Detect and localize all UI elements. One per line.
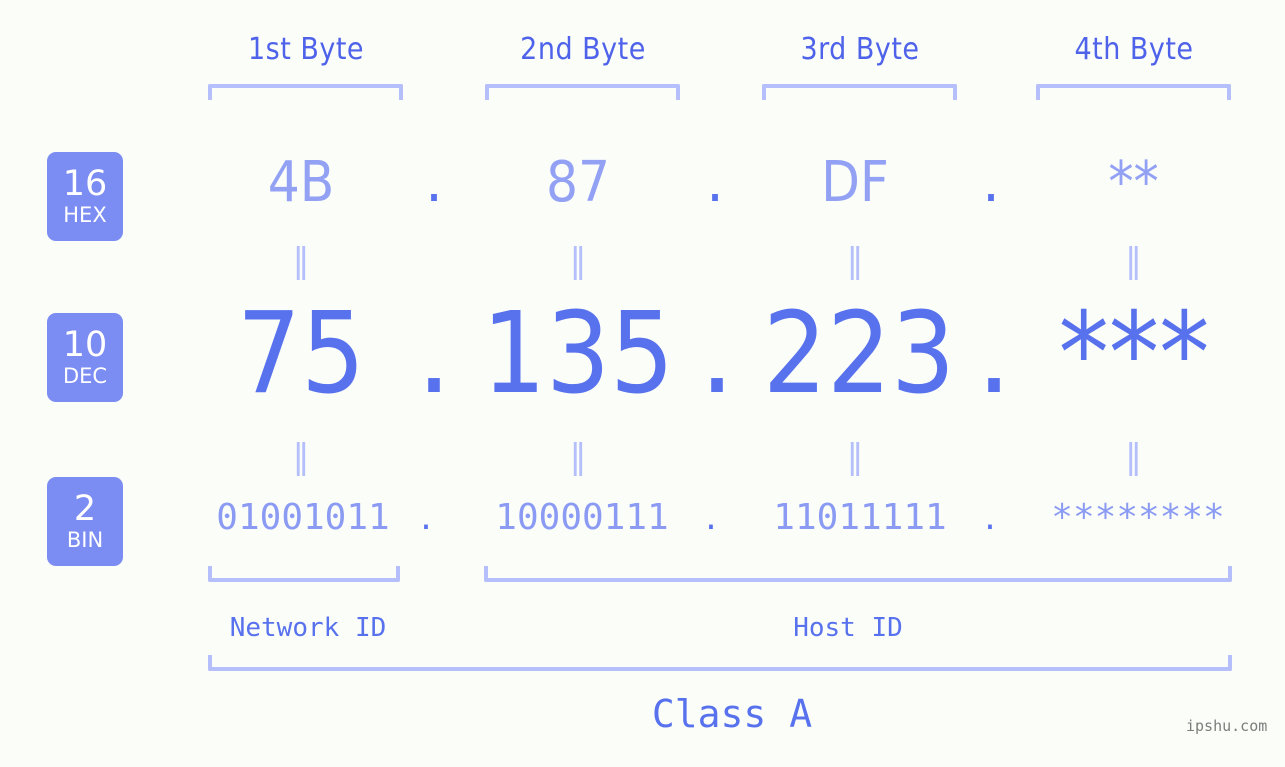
byte-header-2: 2nd Byte xyxy=(520,32,646,67)
base-badge-dec-number: 10 xyxy=(62,325,108,365)
hex-byte-2: 87 xyxy=(545,150,611,215)
hex-dot-3: . xyxy=(982,150,1000,215)
hex-dot-1: . xyxy=(425,150,443,215)
dec-byte-2: 135 xyxy=(481,289,675,419)
byte-bracket-top-3 xyxy=(762,84,957,100)
byte-header-4: 4th Byte xyxy=(1074,32,1194,67)
equals-separator-dec-bin-3: ‖ xyxy=(846,437,864,477)
equals-separator-dec-bin-4: ‖ xyxy=(1125,437,1142,477)
equals-separator-hex-dec-2: ‖ xyxy=(569,241,587,281)
bin-byte-1: 01001011 xyxy=(216,497,390,538)
hex-byte-3: DF xyxy=(821,150,889,215)
ip-address-breakdown-diagram: 1st Byte 2nd Byte 3rd Byte 4th Byte 16 H… xyxy=(0,0,1285,767)
base-badge-bin-name: BIN xyxy=(66,528,104,552)
dec-byte-3: 223 xyxy=(762,289,956,419)
equals-separator-dec-bin-2: ‖ xyxy=(569,437,587,477)
dec-byte-1: 75 xyxy=(236,289,366,419)
byte-bracket-top-2 xyxy=(485,84,680,100)
base-badge-bin-number: 2 xyxy=(73,489,97,529)
bin-dot-1: . xyxy=(420,497,432,538)
equals-separator-dec-bin-1: ‖ xyxy=(292,437,310,477)
base-badge-dec: 10 DEC xyxy=(47,313,123,402)
dec-byte-4: *** xyxy=(1058,289,1210,419)
equals-separator-hex-dec-3: ‖ xyxy=(846,241,864,281)
base-badge-hex-name: HEX xyxy=(63,203,107,227)
site-watermark: ipshu.com xyxy=(1186,717,1268,735)
network-id-label: Network ID xyxy=(229,613,387,643)
equals-separator-hex-dec-4: ‖ xyxy=(1125,241,1142,281)
bin-dot-2: . xyxy=(705,497,717,538)
base-badge-bin: 2 BIN xyxy=(47,477,123,566)
hex-byte-4: ** xyxy=(1108,150,1159,215)
dec-dot-1: . xyxy=(416,289,452,419)
byte-header-3: 3rd Byte xyxy=(800,32,920,67)
base-badge-hex-number: 16 xyxy=(62,164,108,204)
byte-bracket-top-4 xyxy=(1036,84,1231,100)
byte-header-1: 1st Byte xyxy=(247,32,365,67)
base-badge-dec-name: DEC xyxy=(62,364,108,388)
network-id-bracket xyxy=(208,566,400,582)
byte-bracket-top-1 xyxy=(208,84,403,100)
bin-dot-3: . xyxy=(984,497,996,538)
bin-byte-3: 11011111 xyxy=(773,497,947,538)
equals-separator-hex-dec-1: ‖ xyxy=(292,241,310,281)
hex-dot-2: . xyxy=(706,150,724,215)
base-badge-hex: 16 HEX xyxy=(47,152,123,241)
ip-class-bracket xyxy=(208,655,1232,671)
hex-byte-1: 4B xyxy=(267,150,335,215)
bin-byte-2: 10000111 xyxy=(495,497,669,538)
host-id-bracket xyxy=(484,566,1232,582)
dec-dot-3: . xyxy=(976,289,1012,419)
dec-dot-2: . xyxy=(699,289,735,419)
ip-class-label: Class A xyxy=(651,692,813,736)
bin-byte-4: ******** xyxy=(1051,497,1225,538)
host-id-label: Host ID xyxy=(793,613,903,643)
